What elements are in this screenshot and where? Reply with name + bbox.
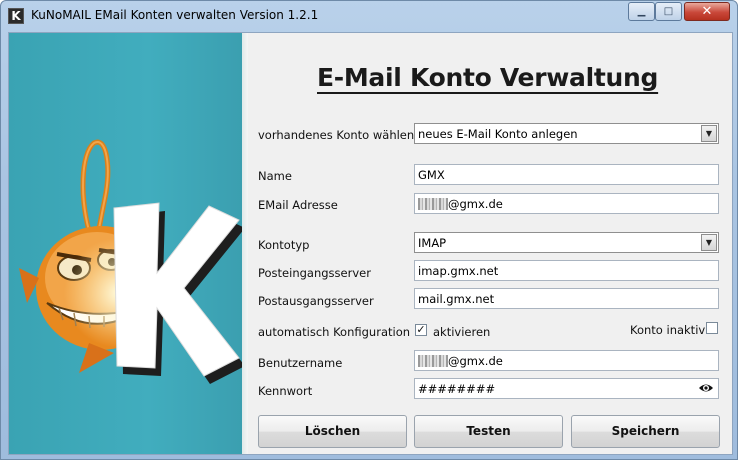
dialog-client-area: E-Mail Konto Verwaltung vorhandenes Kont… xyxy=(8,32,733,455)
auto-config-checkbox-label[interactable]: aktivieren xyxy=(433,325,490,339)
username-input[interactable]: @gmx.de xyxy=(414,350,719,371)
password-label: Kennwort xyxy=(258,384,313,398)
save-button[interactable]: Speichern xyxy=(571,415,720,448)
eye-icon[interactable] xyxy=(698,382,714,394)
email-value: @gmx.de xyxy=(448,197,503,211)
existing-account-value: neues E-Mail Konto anlegen xyxy=(418,127,578,141)
title-bar[interactable]: K KuNoMAIL EMail Konten verwalten Versio… xyxy=(1,1,737,31)
account-type-value: IMAP xyxy=(418,236,447,250)
panel-divider xyxy=(242,33,248,454)
inactive-checkbox[interactable] xyxy=(706,322,718,334)
existing-account-select[interactable]: neues E-Mail Konto anlegen ▼ xyxy=(414,123,719,144)
redacted-mask xyxy=(418,198,448,210)
incoming-server-input[interactable]: imap.gmx.net xyxy=(414,260,719,281)
page-title: E-Mail Konto Verwaltung xyxy=(317,63,659,92)
username-label: Benutzername xyxy=(258,356,343,370)
auto-config-checkbox[interactable]: ✓ xyxy=(415,324,427,336)
name-input[interactable]: GMX xyxy=(414,164,719,185)
inactive-label[interactable]: Konto inaktiv xyxy=(630,323,705,337)
account-type-label: Kontotyp xyxy=(258,238,310,252)
outgoing-server-label: Postausgangsserver xyxy=(258,294,374,308)
app-icon[interactable]: K xyxy=(8,8,24,24)
password-input[interactable]: ######## xyxy=(414,378,719,399)
maximize-button[interactable]: □ xyxy=(655,2,682,21)
name-label: Name xyxy=(258,169,292,183)
close-button[interactable]: ✕ xyxy=(684,2,730,21)
delete-button[interactable]: Löschen xyxy=(258,415,407,448)
logo-panel xyxy=(9,33,244,454)
test-button[interactable]: Testen xyxy=(414,415,563,448)
existing-account-label: vorhandenes Konto wählen xyxy=(258,128,415,142)
app-window: K KuNoMAIL EMail Konten verwalten Versio… xyxy=(0,0,738,460)
password-value: ######## xyxy=(418,382,496,396)
email-input[interactable]: @gmx.de xyxy=(414,193,719,214)
chevron-down-icon[interactable]: ▼ xyxy=(701,234,717,251)
account-type-select[interactable]: IMAP ▼ xyxy=(414,232,719,253)
redacted-mask xyxy=(418,355,448,367)
incoming-server-label: Posteingangsserver xyxy=(258,266,371,280)
auto-config-label: automatisch Konfiguration xyxy=(258,325,411,339)
email-label: EMail Adresse xyxy=(258,198,338,212)
kunomail-mascot-logo xyxy=(19,139,244,384)
username-value: @gmx.de xyxy=(448,354,503,368)
minimize-button[interactable]: ▁ xyxy=(628,2,655,21)
chevron-down-icon[interactable]: ▼ xyxy=(701,125,717,142)
window-title: KuNoMAIL EMail Konten verwalten Version … xyxy=(31,8,319,22)
outgoing-server-input[interactable]: mail.gmx.net xyxy=(414,288,719,309)
